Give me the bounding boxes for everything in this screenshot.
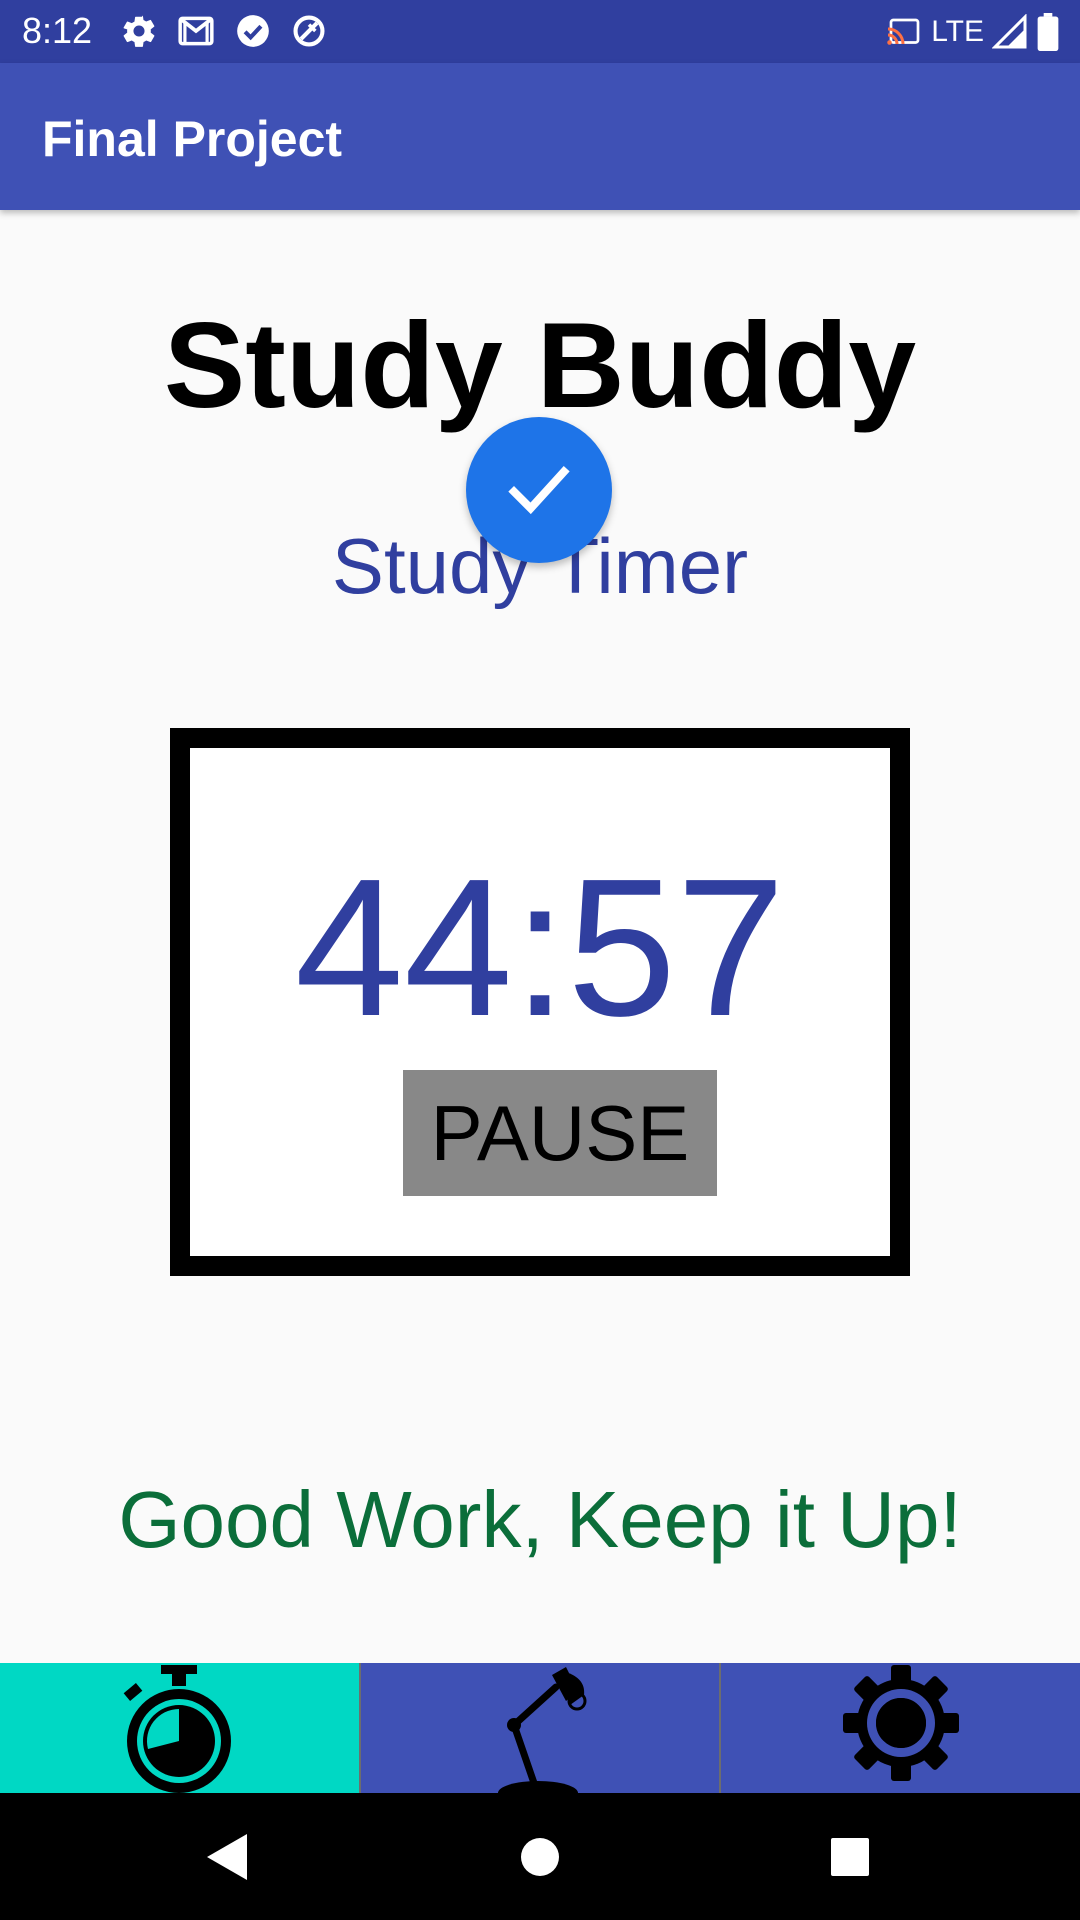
desk-lamp-icon <box>498 1667 587 1793</box>
bottom-navigation <box>0 1663 1080 1793</box>
signal-icon <box>992 14 1027 49</box>
encouragement-message: Good Work, Keep it Up! <box>118 1475 962 1564</box>
battery-icon <box>1037 13 1059 51</box>
page-title: Study Buddy <box>163 297 917 433</box>
home-icon <box>521 1837 559 1876</box>
network-type-label: LTE <box>931 15 984 48</box>
back-icon <box>207 1833 247 1880</box>
cast-icon <box>887 18 920 45</box>
status-notification-icons <box>120 12 328 52</box>
home-button[interactable] <box>480 1793 600 1920</box>
status-time: 8:12 <box>22 10 93 51</box>
app-title: Final Project <box>42 111 343 167</box>
check-circle-icon <box>237 15 269 47</box>
settings-icon <box>123 15 155 47</box>
recents-button[interactable] <box>790 1793 910 1920</box>
app-bar: Final Project <box>0 63 1080 210</box>
timer-display: 44:57 <box>294 838 786 1057</box>
status-system-icons: LTE <box>883 12 1060 52</box>
checkmark-icon <box>508 466 570 515</box>
assistant-icon <box>293 15 325 47</box>
timer-panel: 44:57 PAUSE <box>170 728 910 1276</box>
gear-icon <box>842 1665 959 1781</box>
stopwatch-icon <box>123 1665 232 1793</box>
tab-timer[interactable] <box>0 1663 359 1793</box>
status-bar: 8:12 LTE <box>0 0 1080 63</box>
tab-settings[interactable] <box>719 1663 1080 1793</box>
recents-icon <box>831 1837 869 1876</box>
gmail-icon <box>178 16 214 46</box>
system-navigation-bar <box>0 1793 1080 1920</box>
check-button[interactable] <box>466 417 612 563</box>
back-button[interactable] <box>166 1793 286 1920</box>
tab-study[interactable] <box>358 1663 720 1793</box>
pause-button[interactable]: PAUSE <box>403 1070 717 1196</box>
